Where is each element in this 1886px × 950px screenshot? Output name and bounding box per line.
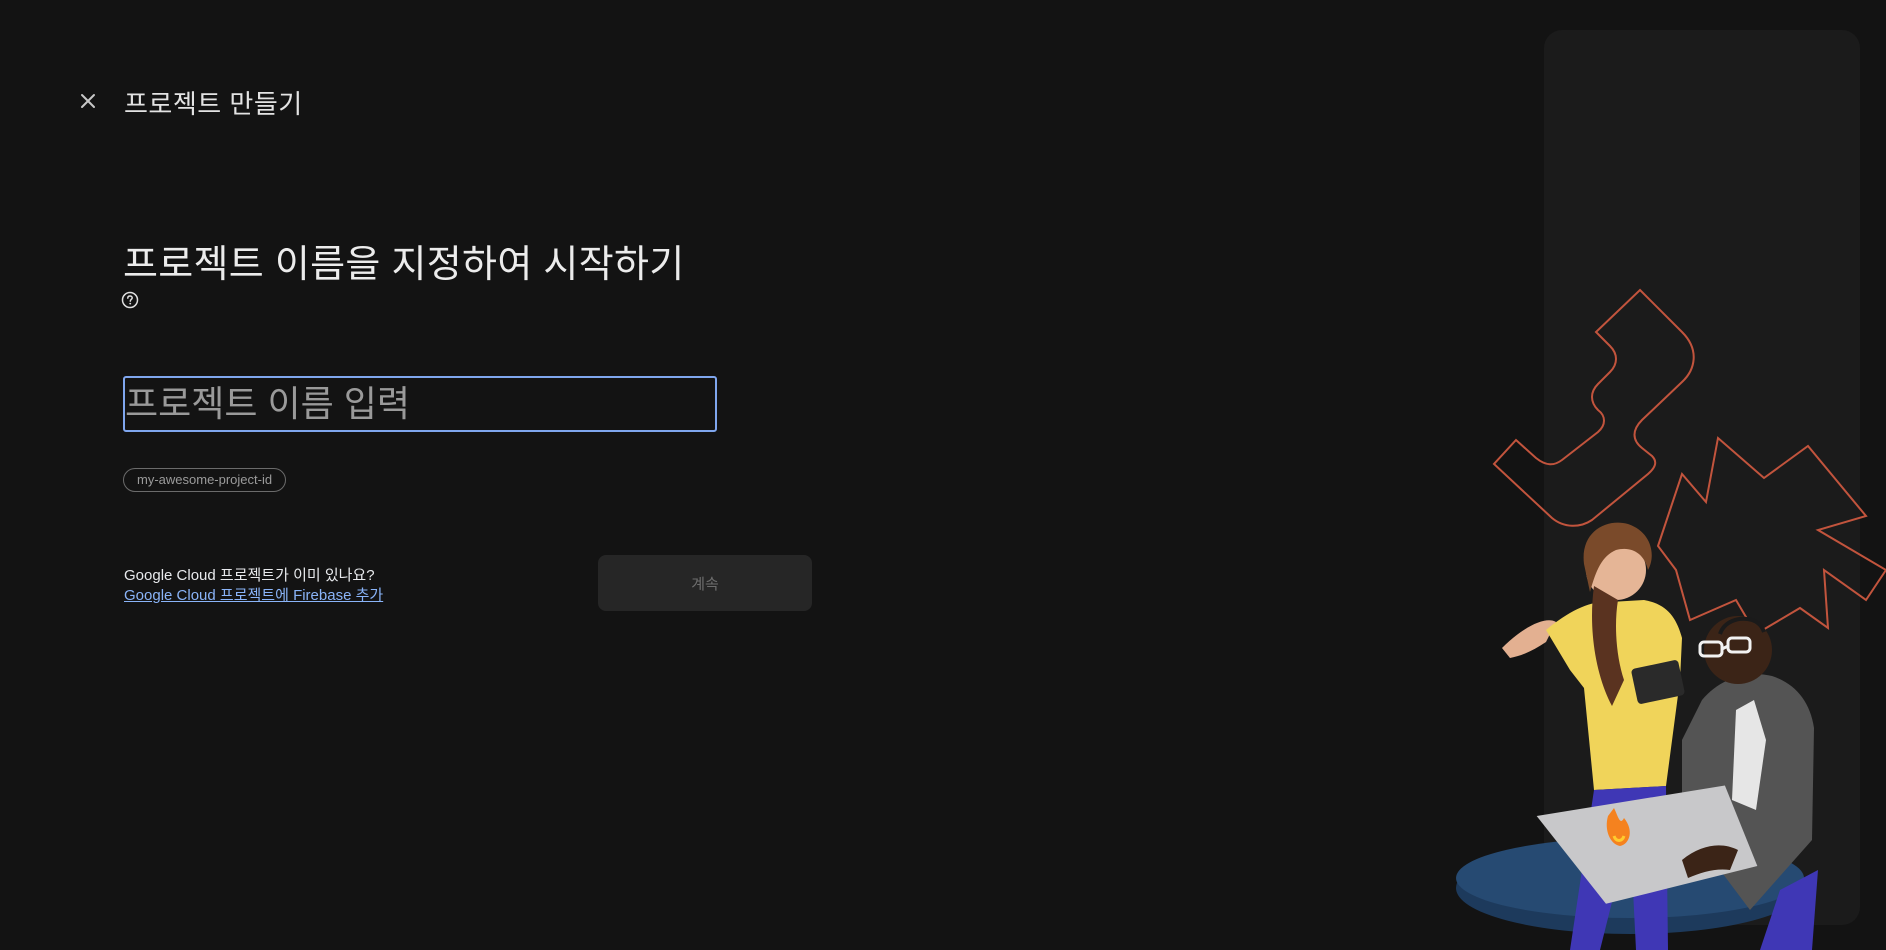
people-illustration xyxy=(1456,288,1886,950)
existing-project-question: Google Cloud 프로젝트가 이미 있나요? xyxy=(124,567,375,584)
close-button[interactable] xyxy=(72,88,104,114)
create-project-page: 프로젝트 만들기 프로젝트 이름을 지정하여 시작하기 my-awesome-p… xyxy=(0,0,1886,950)
add-firebase-link[interactable]: Google Cloud 프로젝트에 Firebase 추가 xyxy=(124,584,383,605)
help-circle-icon[interactable] xyxy=(121,291,139,309)
project-name-input[interactable] xyxy=(123,376,717,432)
continue-button[interactable]: 계속 xyxy=(598,555,812,611)
headline: 프로젝트 이름을 지정하여 시작하기 xyxy=(123,244,685,286)
project-id-chip[interactable]: my-awesome-project-id xyxy=(123,468,287,492)
page-title: 프로젝트 만들기 xyxy=(124,89,303,119)
close-icon xyxy=(81,94,95,108)
